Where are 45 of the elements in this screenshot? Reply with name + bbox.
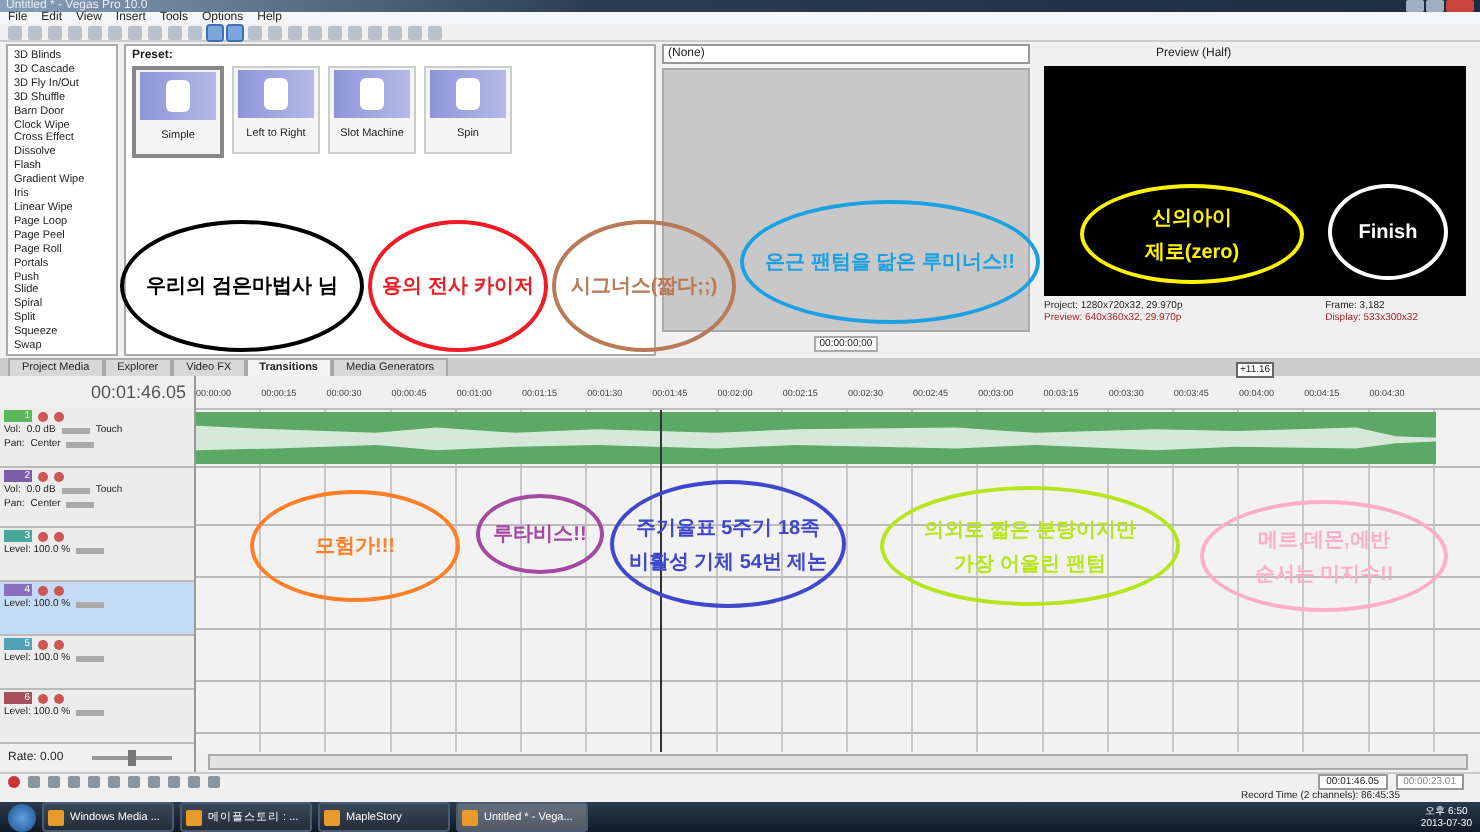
pan-slider[interactable] bbox=[66, 441, 95, 447]
mute-icon[interactable] bbox=[38, 531, 48, 541]
solo-icon[interactable] bbox=[54, 693, 64, 703]
solo-icon[interactable] bbox=[54, 639, 64, 649]
solo-icon[interactable] bbox=[54, 585, 64, 595]
bubble-text: 신의아이 bbox=[1152, 205, 1232, 231]
bubble-text: 루타비스!! bbox=[493, 522, 587, 548]
audio-waveform[interactable] bbox=[196, 412, 1436, 464]
bubble-text: 순서는 미지수!! bbox=[1254, 561, 1394, 587]
mute-icon[interactable] bbox=[38, 585, 48, 595]
level-slider[interactable] bbox=[76, 655, 105, 661]
bubble-text: 시그너스(짧다;;) bbox=[570, 274, 718, 300]
slider-thumb[interactable] bbox=[127, 750, 136, 766]
mute-icon[interactable] bbox=[38, 693, 48, 703]
minimize-button[interactable] bbox=[1406, 0, 1424, 13]
timecode-display: 00:01:46.05 bbox=[88, 380, 188, 406]
bubble-text: 용의 전사 카이저 bbox=[382, 274, 534, 300]
mute-icon[interactable] bbox=[38, 471, 48, 481]
level-slider[interactable] bbox=[76, 601, 105, 607]
horizontal-scrollbar[interactable] bbox=[208, 754, 1468, 770]
volume-slider[interactable] bbox=[61, 427, 90, 433]
volume-slider[interactable] bbox=[61, 487, 90, 493]
level-slider[interactable] bbox=[76, 709, 105, 715]
solo-icon[interactable] bbox=[54, 411, 64, 421]
bubble-text: 제로(zero) bbox=[1144, 239, 1240, 265]
preset-thumbnail bbox=[238, 70, 314, 118]
maximize-button[interactable] bbox=[1426, 0, 1444, 13]
solo-icon[interactable] bbox=[54, 471, 64, 481]
start-button[interactable] bbox=[8, 803, 36, 831]
mute-icon[interactable] bbox=[38, 411, 48, 421]
bubble-text: 의외로 짧은 분량이지만 bbox=[924, 517, 1136, 543]
preset-thumbnail bbox=[334, 70, 410, 118]
bubble-text: 메르,데몬,에반 bbox=[1258, 527, 1390, 553]
preset-thumbnail bbox=[430, 70, 506, 118]
solo-icon[interactable] bbox=[54, 531, 64, 541]
level-slider[interactable] bbox=[76, 547, 105, 553]
bubble-text: 가장 어울린 팬텀 bbox=[954, 551, 1106, 577]
bubble-text: 우리의 검은마법사 님 bbox=[146, 274, 338, 300]
mute-icon[interactable] bbox=[38, 639, 48, 649]
pan-slider[interactable] bbox=[66, 501, 95, 507]
bubble-text: Finish bbox=[1358, 221, 1418, 243]
bubble-text: 모험가!!! bbox=[315, 534, 395, 560]
close-button[interactable] bbox=[1446, 0, 1474, 13]
bubble-text: 은근 팬텀을 닮은 루미너스!! bbox=[765, 250, 1015, 276]
preset-thumbnail bbox=[140, 72, 216, 120]
